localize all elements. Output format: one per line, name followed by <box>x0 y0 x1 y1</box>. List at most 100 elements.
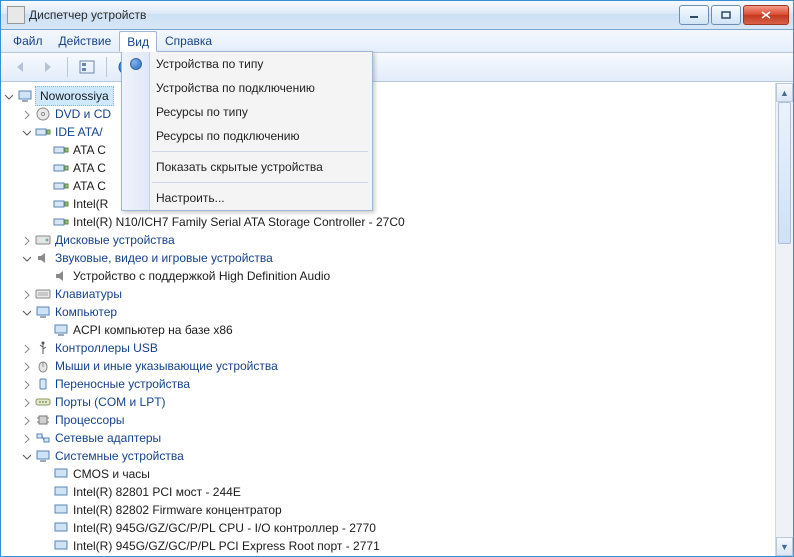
tree-item-acpi[interactable]: ACPI компьютер на базе x86 <box>1 321 775 339</box>
menu-file[interactable]: Файл <box>5 30 51 52</box>
tree-root[interactable]: Noworossiya <box>1 87 775 105</box>
titlebar: Диспетчер устройств <box>1 1 793 30</box>
tree-category-system[interactable]: Системные устройства <box>1 447 775 465</box>
expand-icon[interactable] <box>19 429 33 447</box>
disc-icon <box>35 106 51 122</box>
scroll-track[interactable] <box>776 102 793 537</box>
tree-category-computer[interactable]: Компьютер <box>1 303 775 321</box>
tree-item-intel[interactable]: Intel(R <box>1 195 775 213</box>
expand-icon[interactable] <box>19 411 33 429</box>
view-dropdown: Устройства по типу Устройства по подключ… <box>121 51 373 211</box>
tree-category-mice[interactable]: Мыши и иные указывающие устройства <box>1 357 775 375</box>
port-icon <box>35 394 51 410</box>
system-icon <box>53 484 69 500</box>
expand-icon[interactable] <box>19 375 33 393</box>
expand-icon[interactable] <box>19 357 33 375</box>
controller-icon <box>53 142 69 158</box>
tree-category-disk[interactable]: Дисковые устройства <box>1 231 775 249</box>
maximize-button[interactable] <box>711 5 741 25</box>
tree-item-label: Процессоры <box>55 411 131 429</box>
tree-item-ata[interactable]: ATA C <box>1 177 775 195</box>
tree-item-ata[interactable]: ATA C <box>1 159 775 177</box>
computer-icon <box>17 88 33 104</box>
system-icon <box>53 466 69 482</box>
menu-help[interactable]: Справка <box>157 30 220 52</box>
tree-category-usb[interactable]: Контроллеры USB <box>1 339 775 357</box>
tree-item-intel-n10[interactable]: Intel(R) N10/ICH7 Family Serial ATA Stor… <box>1 213 775 231</box>
vertical-scrollbar[interactable]: ▲ ▼ <box>775 83 793 556</box>
tree-category-ports[interactable]: Порты (COM и LPT) <box>1 393 775 411</box>
toolbar: ? <box>1 53 793 82</box>
tree-item-label: Сетевые адаптеры <box>55 429 167 447</box>
collapse-icon[interactable] <box>19 303 33 321</box>
tree-item-cmos[interactable]: CMOS и часы <box>1 465 775 483</box>
view-devices-by-connection[interactable]: Устройства по подключению <box>122 76 372 100</box>
scroll-up-button[interactable]: ▲ <box>776 83 793 102</box>
device-tree[interactable]: Noworossiya DVD и CD IDE ATA/ ATA C <box>1 83 775 556</box>
network-icon <box>35 430 51 446</box>
tree-item-label: CMOS и часы <box>73 465 156 483</box>
collapse-icon[interactable] <box>19 447 33 465</box>
tree-category-keyboards[interactable]: Клавиатуры <box>1 285 775 303</box>
collapse-icon[interactable] <box>19 249 33 267</box>
forward-button[interactable] <box>35 55 61 79</box>
toolbar-separator <box>67 57 68 77</box>
tree-item-hdaudio[interactable]: Устройство с поддержкой High Definition … <box>1 267 775 285</box>
view-devices-by-type[interactable]: Устройства по типу <box>122 52 372 76</box>
tree-item-label: ACPI компьютер на базе x86 <box>73 321 239 339</box>
view-resources-by-connection[interactable]: Ресурсы по подключению <box>122 124 372 148</box>
tree-category-cpu[interactable]: Процессоры <box>1 411 775 429</box>
portable-icon <box>35 376 51 392</box>
cpu-icon <box>35 412 51 428</box>
tree-category-net[interactable]: Сетевые адаптеры <box>1 429 775 447</box>
close-button[interactable] <box>743 5 789 25</box>
window: Диспетчер устройств Файл Действие Вид Сп… <box>0 0 794 557</box>
collapse-icon[interactable] <box>19 123 33 141</box>
tree-item-label: Мыши и иные указывающие устройства <box>55 357 284 375</box>
scroll-down-button[interactable]: ▼ <box>776 537 793 556</box>
tree-item-firmware[interactable]: Intel(R) 82802 Firmware концентратор <box>1 501 775 519</box>
dropdown-separator <box>152 151 368 152</box>
tree-category-portable[interactable]: Переносные устройства <box>1 375 775 393</box>
menu-view[interactable]: Вид <box>119 31 157 52</box>
tree-item-label: Intel(R) 82802 Firmware концентратор <box>73 501 288 519</box>
expand-icon[interactable] <box>19 285 33 303</box>
view-customize[interactable]: Настроить... <box>122 186 372 210</box>
speaker-icon <box>35 250 51 266</box>
system-icon <box>53 520 69 536</box>
tree-item-ata[interactable]: ATA C <box>1 141 775 159</box>
usb-icon <box>35 340 51 356</box>
expand-icon[interactable] <box>19 339 33 357</box>
window-title: Диспетчер устройств <box>29 8 679 22</box>
expand-icon[interactable] <box>19 105 33 123</box>
tree-item-label: Intel(R) 945G/GZ/GC/P/PL PCI Express Roo… <box>73 537 386 555</box>
scroll-thumb[interactable] <box>778 102 791 244</box>
controller-icon <box>53 178 69 194</box>
tree-item-label: Контроллеры USB <box>55 339 164 357</box>
show-tree-button[interactable] <box>74 55 100 79</box>
tree-item-pcibridge[interactable]: Intel(R) 82801 PCI мост - 244E <box>1 483 775 501</box>
tree-item-label: ATA C <box>73 159 112 177</box>
tree-item-label: Intel(R) 82801 PCI мост - 244E <box>73 483 247 501</box>
tree-category-dvd[interactable]: DVD и CD <box>1 105 775 123</box>
tree-item-ioctrl[interactable]: Intel(R) 945G/GZ/GC/P/PL CPU - I/O контр… <box>1 519 775 537</box>
menu-action[interactable]: Действие <box>51 30 120 52</box>
tree-category-ide[interactable]: IDE ATA/ <box>1 123 775 141</box>
window-buttons <box>679 5 789 25</box>
minimize-button[interactable] <box>679 5 709 25</box>
back-button[interactable] <box>7 55 33 79</box>
dropdown-separator <box>152 182 368 183</box>
view-resources-by-type[interactable]: Ресурсы по типу <box>122 100 372 124</box>
system-icon <box>53 502 69 518</box>
tree-category-sound[interactable]: Звуковые, видео и игровые устройства <box>1 249 775 267</box>
app-icon <box>7 6 25 24</box>
collapse-icon[interactable] <box>1 87 15 105</box>
tree-item-pciroot[interactable]: Intel(R) 945G/GZ/GC/P/PL PCI Express Roo… <box>1 537 775 555</box>
expand-icon[interactable] <box>19 231 33 249</box>
view-show-hidden[interactable]: Показать скрытые устройства <box>122 155 372 179</box>
tree-item-label: Intel(R) N10/ICH7 Family Serial ATA Stor… <box>73 213 411 231</box>
computer-icon <box>53 322 69 338</box>
tree-item-label: DVD и CD <box>55 105 117 123</box>
tree-root-label: Noworossiya <box>35 86 114 106</box>
expand-icon[interactable] <box>19 393 33 411</box>
